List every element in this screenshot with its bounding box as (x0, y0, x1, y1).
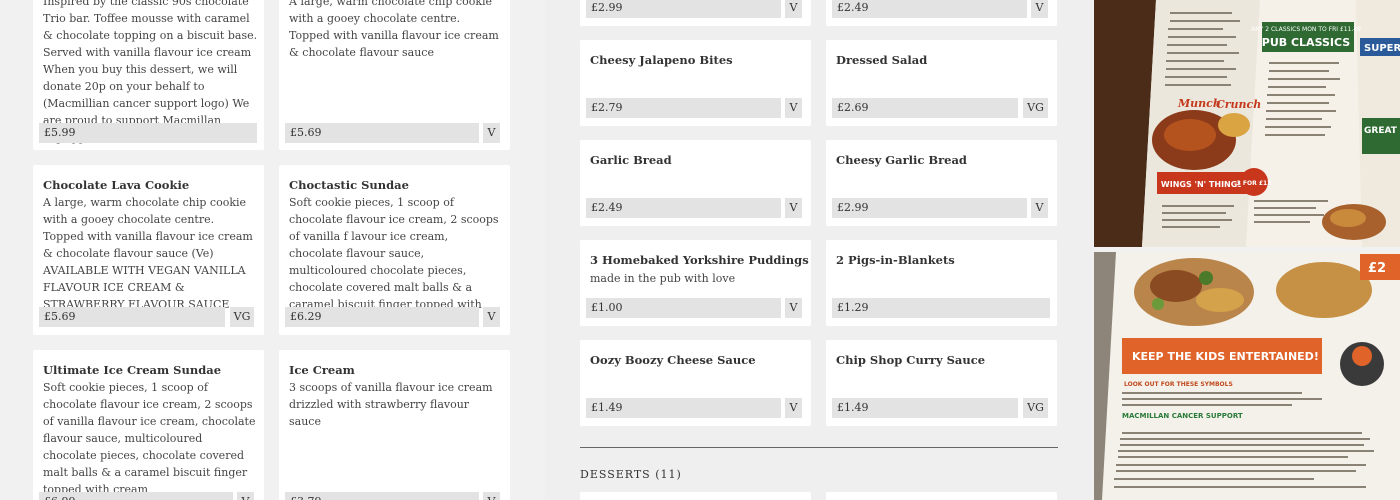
menu-item-card[interactable]: Ice Cream 3 scoops of vanilla flavour ic… (279, 350, 510, 500)
wings-deal-badge: 3 FOR £12 (1237, 180, 1272, 187)
menu-item-card[interactable] (580, 492, 811, 500)
item-price: £5.69 (39, 307, 225, 327)
item-title: Chip Shop Curry Sauce (836, 353, 986, 367)
vegan-tag: VG (1023, 398, 1048, 418)
menu-item-card[interactable]: 3 Homebaked Yorkshire Puddings made in t… (580, 240, 811, 326)
menu-item-card[interactable] (826, 492, 1057, 500)
pub-classics-banner: PUB CLASSICS (1262, 36, 1351, 49)
section-divider (580, 447, 1058, 448)
menu-item-card[interactable]: £2.49 V (826, 0, 1057, 26)
item-title: Ice Cream (289, 363, 355, 377)
item-price: £2.49 (586, 198, 781, 218)
menu-item-card[interactable]: 2 Pigs-in-Blankets £1.29 (826, 240, 1057, 326)
menu-item-card[interactable]: Chip Shop Curry Sauce £1.49 VG (826, 340, 1057, 426)
item-title: Chocolate Lava Cookie (43, 178, 190, 192)
left-menu-column: Inspired by the classic 90s chocolate Tr… (0, 0, 545, 500)
item-price: £1.49 (832, 398, 1018, 418)
vegetarian-tag: V (785, 398, 802, 418)
item-price: £3.79 (285, 492, 479, 500)
item-title: 3 Homebaked Yorkshire Puddings (590, 253, 809, 267)
vegetarian-tag: V (483, 307, 500, 327)
item-price: £6.29 (285, 307, 479, 327)
item-description: made in the pub with love (590, 272, 736, 285)
item-title: Ultimate Ice Cream Sundae (43, 363, 222, 377)
menu-item-card[interactable]: Choctastic Sundae Soft cookie pieces, 1 … (279, 165, 510, 335)
vegetarian-tag: V (1031, 198, 1048, 218)
macmillan-logo: MACMILLAN CANCER SUPPORT (1122, 412, 1243, 420)
vegetarian-tag: V (483, 123, 500, 143)
menu-item-card[interactable]: Garlic Bread £2.49 V (580, 140, 811, 226)
wings-banner: WINGS 'N' THINGS (1161, 180, 1243, 189)
item-price: £5.99 (39, 123, 257, 143)
menu-item-card[interactable]: Dressed Salad £2.69 VG (826, 40, 1057, 126)
vegetarian-tag: V (785, 0, 802, 18)
vegetarian-tag: V (785, 98, 802, 118)
item-price: £6.99 (39, 492, 233, 500)
item-price: £2.79 (586, 98, 781, 118)
menu-photo-top[interactable]: ANY 2 CLASSICS MON TO FRI £11.49 PUB CLA… (1094, 0, 1400, 247)
vegetarian-tag: V (1031, 0, 1048, 18)
item-title: Cheesy Jalapeno Bites (590, 53, 733, 67)
item-price: £5.69 (285, 123, 479, 143)
menu-item-card[interactable]: Oozy Boozy Cheese Sauce £1.49 V (580, 340, 811, 426)
item-title: Choctastic Sundae (289, 178, 409, 192)
price-badge: £2 (1368, 261, 1386, 276)
menu-photo-bottom[interactable]: £2 KEEP THE KIDS ENTERTAINED! LOOK OUT F… (1094, 252, 1400, 500)
vegetarian-tag: V (785, 198, 802, 218)
item-price: £2.49 (832, 0, 1027, 18)
crunch-text: Crunch (1216, 98, 1261, 111)
item-title: Dressed Salad (836, 53, 928, 67)
item-title: Garlic Bread (590, 153, 672, 167)
vegan-tag: VG (230, 307, 254, 327)
menu-photo-bottom-illustration: £2 KEEP THE KIDS ENTERTAINED! LOOK OUT F… (1094, 252, 1400, 500)
item-price: £1.29 (832, 298, 1050, 318)
symbols-heading: LOOK OUT FOR THESE SYMBOLS (1124, 381, 1233, 388)
menu-item-card[interactable]: A large, warm chocolate chip cookie with… (279, 0, 510, 150)
munch-text: Munch (1177, 97, 1221, 110)
item-price: £1.49 (586, 398, 781, 418)
menu-item-card[interactable]: Cheesy Jalapeno Bites £2.79 V (580, 40, 811, 126)
item-title: Oozy Boozy Cheese Sauce (590, 353, 756, 367)
item-title: Cheesy Garlic Bread (836, 153, 967, 167)
item-description: 3 scoops of vanilla flavour ice cream dr… (289, 381, 493, 428)
menu-item-card[interactable]: £2.99 V (580, 0, 811, 26)
super-banner: SUPER (1364, 43, 1400, 54)
item-price: £2.99 (832, 198, 1027, 218)
vegetarian-tag: V (483, 492, 500, 500)
menu-item-card[interactable]: Chocolate Lava Cookie A large, warm choc… (33, 165, 264, 335)
menu-item-card[interactable]: Ultimate Ice Cream Sundae Soft cookie pi… (33, 350, 264, 500)
desserts-section-heading: DESSERTS (11) (580, 468, 682, 481)
menu-item-card[interactable]: Inspired by the classic 90s chocolate Tr… (33, 0, 264, 150)
item-description: A large, warm chocolate chip cookie with… (43, 196, 253, 311)
vegan-tag: VG (1023, 98, 1048, 118)
item-description: A large, warm chocolate chip cookie with… (289, 0, 499, 59)
vegetarian-tag: V (237, 492, 254, 500)
kids-headline: KEEP THE KIDS ENTERTAINED! (1132, 350, 1319, 363)
right-menu-column: £2.99 V £2.49 V Cheesy Jalapeno Bites £2… (545, 0, 1093, 500)
item-price: £2.99 (586, 0, 781, 18)
item-price: £1.00 (586, 298, 781, 318)
item-description: Soft cookie pieces, 1 scoop of chocolate… (43, 381, 256, 496)
promo-text: ANY 2 CLASSICS MON TO FRI £11.49 (1251, 26, 1361, 33)
item-price: £2.69 (832, 98, 1018, 118)
menu-photo-top-illustration: ANY 2 CLASSICS MON TO FRI £11.49 PUB CLA… (1094, 0, 1400, 247)
menu-item-card[interactable]: Cheesy Garlic Bread £2.99 V (826, 140, 1057, 226)
great-grill-banner: GREAT GRILL (1364, 126, 1400, 136)
item-title: 2 Pigs-in-Blankets (836, 253, 955, 267)
vegetarian-tag: V (785, 298, 802, 318)
